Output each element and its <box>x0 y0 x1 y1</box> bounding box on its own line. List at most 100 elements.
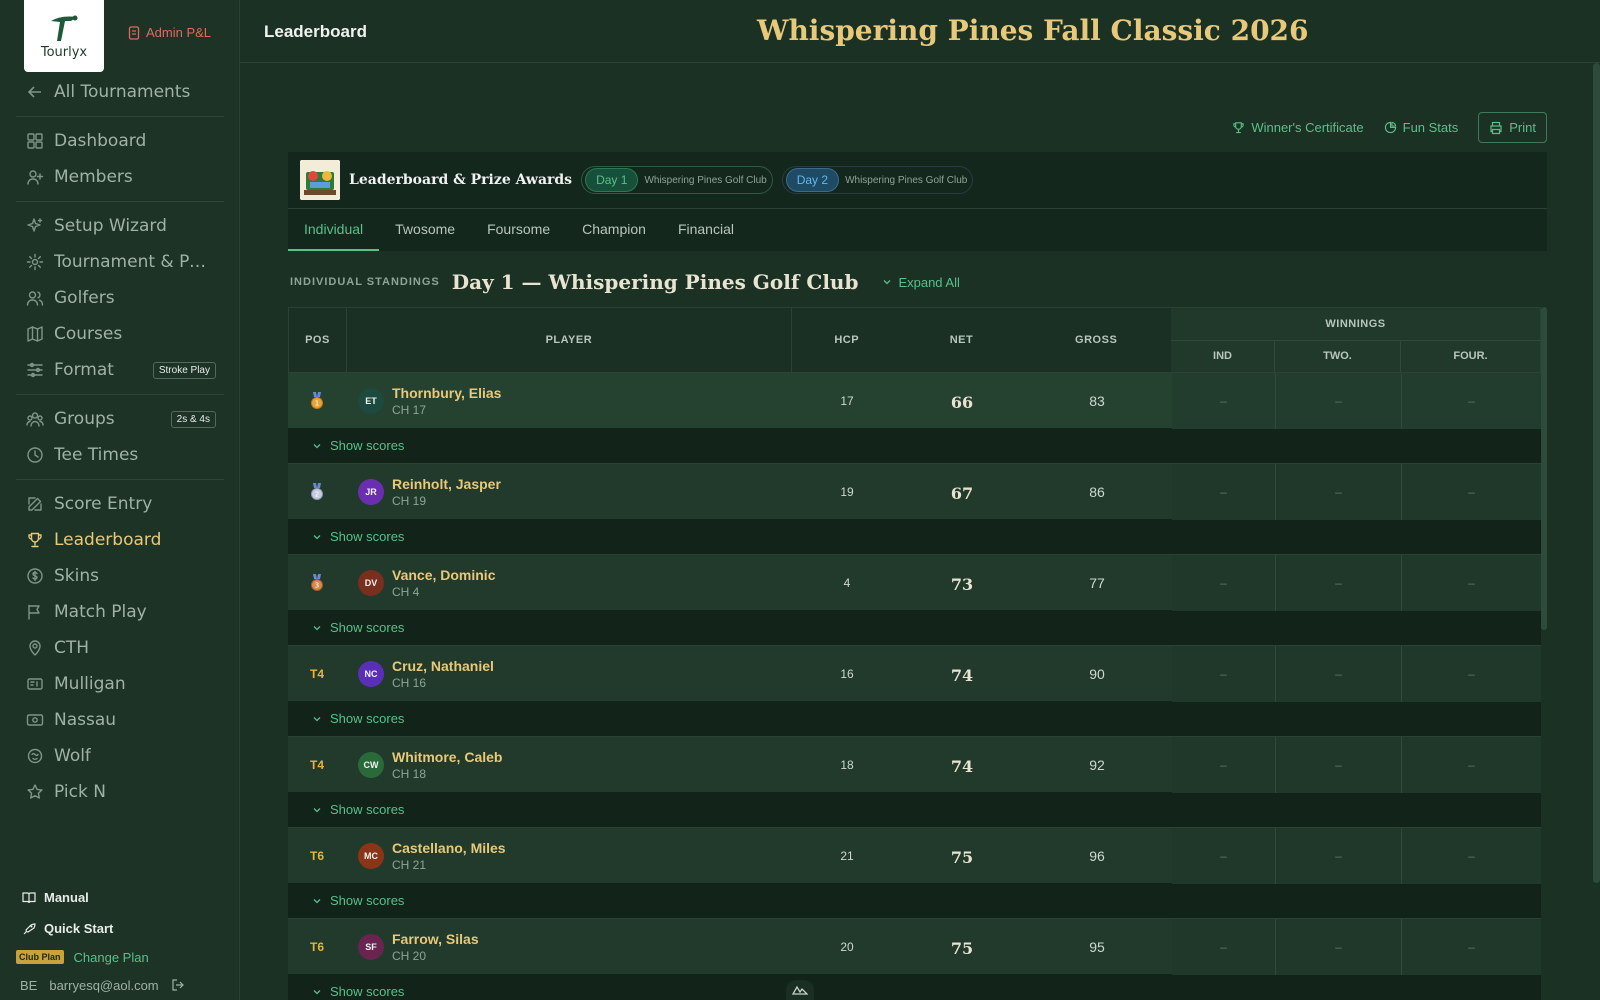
page-title: Leaderboard <box>264 22 367 41</box>
winnings-cells: – – – <box>1172 736 1541 793</box>
sidebar-item-wolf[interactable]: Wolf <box>16 738 224 774</box>
fun-stats-button[interactable]: Fun Stats <box>1384 120 1458 135</box>
sidebar-item-match-play[interactable]: Match Play <box>16 594 224 630</box>
player-name[interactable]: Vance, Dominic <box>392 567 495 583</box>
sidebar-item-setup-wizard[interactable]: Setup Wizard <box>16 208 224 244</box>
sidebar-item-leaderboard[interactable]: Leaderboard <box>16 522 224 558</box>
table-row[interactable]: T6 SF Farrow, Silas CH 20 20 75 95– – – <box>288 918 1541 975</box>
player-name[interactable]: Whitmore, Caleb <box>392 749 502 765</box>
col-hcp[interactable]: HCP <box>792 308 902 372</box>
show-scores-toggle[interactable]: Show scores <box>288 428 1541 463</box>
sidebar-item-courses[interactable]: Courses <box>16 316 224 352</box>
player-name[interactable]: Reinholt, Jasper <box>392 476 501 492</box>
winnings-cells: – – – <box>1172 827 1541 884</box>
brand-logo[interactable]: Tourlyx <box>24 0 104 72</box>
table-row[interactable]: T4 CW Whitmore, Caleb CH 18 18 74 92– – – <box>288 736 1541 793</box>
col-ind[interactable]: IND <box>1171 340 1275 372</box>
tab-champion[interactable]: Champion <box>566 209 662 251</box>
sidebar-item-golfers[interactable]: Golfers <box>16 280 224 316</box>
print-button[interactable]: Print <box>1478 112 1547 143</box>
tab-foursome[interactable]: Foursome <box>471 209 566 251</box>
show-scores-toggle[interactable]: Show scores <box>288 883 1541 918</box>
sidebar-item-dashboard[interactable]: Dashboard <box>16 123 224 159</box>
table-row[interactable]: 3 DV Vance, Dominic CH 4 4 73 77– – – <box>288 554 1541 611</box>
show-scores-label: Show scores <box>330 529 405 544</box>
tab-financial[interactable]: Financial <box>662 209 750 251</box>
sidebar-item-tournament-priz[interactable]: Tournament & Priz... <box>16 244 224 280</box>
show-scores-toggle[interactable]: Show scores <box>288 701 1541 736</box>
expand-all-button[interactable]: Expand All <box>882 275 960 290</box>
dev-toolbar-handle[interactable] <box>786 980 814 1000</box>
sidebar-item-cth[interactable]: CTH <box>16 630 224 666</box>
net-cell: 75 <box>902 828 1022 884</box>
col-two[interactable]: TWO. <box>1275 340 1401 372</box>
avatar: DV <box>358 569 384 596</box>
logout-icon[interactable] <box>171 978 185 992</box>
medal-gold-icon: 1 <box>311 391 323 409</box>
nav-divider <box>16 116 224 117</box>
four-winnings: – <box>1468 848 1475 863</box>
hcp-cell: 19 <box>792 464 902 520</box>
sidebar-item-nassau[interactable]: Nassau <box>16 702 224 738</box>
printer-icon <box>1490 121 1502 134</box>
table-row[interactable]: 2 JR Reinholt, Jasper CH 19 19 67 86– – – <box>288 463 1541 520</box>
sidebar-item-members[interactable]: Members <box>16 159 224 195</box>
sidebar-item-label: Score Entry <box>54 494 153 514</box>
player-name[interactable]: Cruz, Nathaniel <box>392 658 494 674</box>
show-scores-toggle[interactable]: Show scores <box>288 610 1541 645</box>
net-cell: 74 <box>902 737 1022 793</box>
col-pos[interactable]: POS <box>289 308 347 372</box>
sidebar-item-skins[interactable]: Skins <box>16 558 224 594</box>
col-gross[interactable]: GROSS <box>1021 308 1171 372</box>
gross-value: 92 <box>1089 756 1105 773</box>
sidebar-item-badge: Stroke Play <box>152 361 216 379</box>
admin-pl-link[interactable]: Admin P&L <box>128 25 211 40</box>
show-scores-toggle[interactable]: Show scores <box>288 792 1541 827</box>
winnings-cells: – – – <box>1172 918 1541 975</box>
day-1-selector[interactable]: Day 1 Whispering Pines Golf Club <box>581 166 773 194</box>
day-2-selector[interactable]: Day 2 Whispering Pines Golf Club <box>781 166 974 194</box>
page-scroll-thumb[interactable] <box>1593 63 1600 883</box>
gross-value: 83 <box>1089 392 1105 409</box>
player-name[interactable]: Farrow, Silas <box>392 931 479 947</box>
tab-individual[interactable]: Individual <box>288 209 380 251</box>
pos-cell: 3 <box>288 555 346 611</box>
sidebar-item-score-entry[interactable]: Score Entry <box>16 486 224 522</box>
position-label: T6 <box>309 939 324 954</box>
table-row[interactable]: T6 MC Castellano, Miles CH 21 21 75 96– – – <box>288 827 1541 884</box>
table-row[interactable]: T4 NC Cruz, Nathaniel CH 16 16 74 90– – – <box>288 645 1541 702</box>
table-row[interactable]: 1 ET Thornbury, Elias CH 17 17 66 83– – – <box>288 372 1541 429</box>
sidebar-item-groups[interactable]: Groups 2s & 4s <box>16 401 224 437</box>
nav-group-3: Groups 2s & 4s Tee Times <box>16 401 224 473</box>
change-plan-link[interactable]: Change Plan <box>74 950 149 965</box>
sidebar-item-mulligan[interactable]: Mulligan <box>16 666 224 702</box>
show-scores-toggle[interactable]: Show scores <box>288 974 1541 1000</box>
sidebar-item-label: Pick N <box>54 782 106 802</box>
manual-link[interactable]: Manual <box>22 882 222 913</box>
net-value: 73 <box>950 575 974 594</box>
player-name[interactable]: Thornbury, Elias <box>392 385 501 401</box>
col-player[interactable]: PLAYER <box>347 308 792 372</box>
tab-twosome[interactable]: Twosome <box>379 209 471 251</box>
user-initials: BE <box>20 977 38 993</box>
table-scroll-thumb[interactable] <box>1541 307 1547 630</box>
quick-start-link[interactable]: Quick Start <box>22 913 222 944</box>
player-info: Farrow, Silas CH 20 <box>392 931 479 963</box>
sidebar-item-label: Tee Times <box>54 445 139 465</box>
sidebar-item-pick-n[interactable]: Pick N <box>16 774 224 810</box>
back-all-tournaments[interactable]: All Tournaments <box>16 74 224 110</box>
sidebar-item-format[interactable]: Format Stroke Play <box>16 352 224 388</box>
show-scores-toggle[interactable]: Show scores <box>288 519 1541 554</box>
player-name[interactable]: Castellano, Miles <box>392 840 506 856</box>
brand-name: Tourlyx <box>40 44 88 60</box>
col-four[interactable]: FOUR. <box>1401 341 1540 373</box>
player-info: Vance, Dominic CH 4 <box>392 567 495 599</box>
net-cell: 73 <box>902 555 1022 611</box>
player-info: Castellano, Miles CH 21 <box>392 840 506 872</box>
sidebar-item-tee-times[interactable]: Tee Times <box>16 437 224 473</box>
show-scores-label: Show scores <box>330 984 405 999</box>
winnings-cells: – – – <box>1172 645 1541 702</box>
col-net[interactable]: NET <box>902 308 1022 372</box>
col-winnings: WINNINGS <box>1171 308 1540 341</box>
winners-certificate-button[interactable]: Winner's Certificate <box>1232 120 1364 135</box>
